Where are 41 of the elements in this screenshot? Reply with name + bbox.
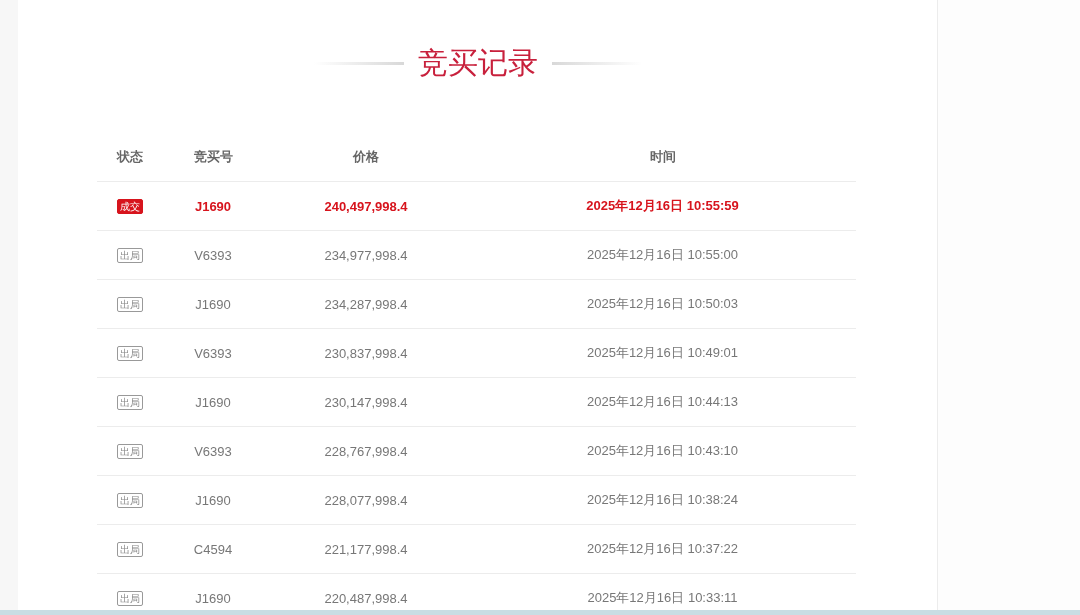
table-cell-text: 234,287,998.4 (323, 296, 409, 312)
table-cell-text: 230,837,998.4 (323, 345, 409, 361)
status-badge: 出局 (117, 248, 143, 263)
table-cell-text: 2025年12月16日 10:33:11 (586, 589, 739, 607)
column-header: 时间 (648, 147, 677, 166)
table-cell-text: 2025年12月16日 10:50:03 (585, 295, 740, 313)
table-cell-text: 2025年12月16日 10:38:24 (585, 491, 740, 509)
table-cell-text: 220,487,998.4 (323, 590, 409, 606)
table-cell-text: 228,077,998.4 (323, 492, 409, 508)
table-cell-text: V6393 (193, 345, 233, 361)
table-cell-text: 2025年12月16日 10:55:00 (585, 246, 740, 264)
table-cell-text: J1690 (194, 492, 232, 508)
table-cell-text: C4594 (192, 541, 234, 557)
table-cell-text: 240,497,998.4 (323, 198, 409, 214)
status-badge: 出局 (117, 346, 143, 361)
status-badge: 成交 (117, 199, 143, 214)
table-cell-text: 221,177,998.4 (323, 541, 409, 557)
table-cell-text: 2025年12月16日 10:43:10 (585, 442, 740, 460)
column-header: 竞买号 (192, 147, 234, 166)
table-cell-text: 228,767,998.4 (323, 443, 409, 459)
section-title: 竞买记录 (417, 43, 538, 82)
table-cell-text: 230,147,998.4 (323, 394, 409, 410)
status-badge: 出局 (117, 395, 143, 410)
column-header: 状态 (115, 147, 144, 166)
status-badge: 出局 (117, 591, 143, 606)
column-header: 价格 (351, 147, 380, 166)
table-cell-text: J1690 (194, 296, 232, 312)
table-cell-text: 234,977,998.4 (323, 247, 409, 263)
table-cell-text: 2025年12月16日 10:44:13 (585, 393, 740, 411)
status-badge: 出局 (117, 542, 143, 557)
table-cell-text: J1690 (193, 198, 233, 214)
table-cell-text: 2025年12月16日 10:49:01 (585, 344, 740, 362)
table-cell-text: J1690 (194, 590, 232, 606)
status-badge: 出局 (117, 444, 143, 459)
table-cell-text: V6393 (193, 443, 233, 459)
table-cell-text: 2025年12月16日 10:55:59 (585, 197, 740, 215)
table-cell-text: J1690 (194, 394, 232, 410)
status-badge: 出局 (117, 297, 143, 312)
status-badge: 出局 (117, 493, 143, 508)
table-cell-text: 2025年12月16日 10:37:22 (585, 540, 740, 558)
table-cell-text: V6393 (193, 247, 233, 263)
